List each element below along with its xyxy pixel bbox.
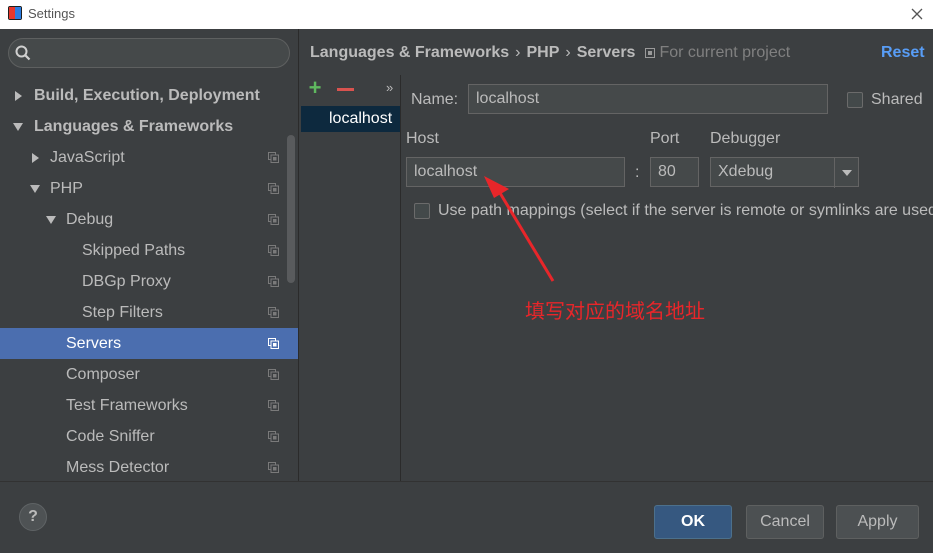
breadcrumb-separator: › (565, 44, 571, 61)
tree-item-skipped-paths[interactable]: Skipped Paths (0, 235, 298, 266)
path-mappings-label: Use path mappings (select if the server … (438, 202, 933, 219)
tree-item-build-execution-deployment[interactable]: Build, Execution, Deployment (0, 80, 298, 111)
search-input[interactable] (39, 44, 279, 62)
project-scope-icon (268, 307, 279, 318)
name-field[interactable]: localhost (468, 84, 828, 114)
settings-tree-panel: Build, Execution, Deployment Languages &… (0, 29, 299, 481)
tree-item-label: PHP (50, 179, 83, 197)
tree-item-debug[interactable]: Debug (0, 204, 298, 235)
add-server-button[interactable]: + (306, 77, 324, 99)
shared-checkbox[interactable] (847, 92, 863, 108)
project-scope-icon (268, 400, 279, 411)
expand-arrow-icon[interactable] (30, 152, 40, 163)
debugger-select[interactable]: Xdebug (710, 157, 859, 188)
breadcrumb-languages-frameworks: Languages & Frameworks (310, 44, 510, 61)
server-item-label: localhost (329, 110, 393, 127)
server-list-panel (300, 75, 401, 481)
tree-item-code-sniffer[interactable]: Code Sniffer (0, 421, 298, 452)
project-scope-icon (268, 245, 279, 256)
tree-item-servers[interactable]: Servers (0, 328, 298, 359)
tree-item-dbgp-proxy[interactable]: DBGp Proxy (0, 266, 298, 297)
tree-scrollbar[interactable] (287, 135, 295, 283)
host-label: Host (406, 130, 439, 147)
tree-item-test-frameworks[interactable]: Test Frameworks (0, 390, 298, 421)
cancel-button[interactable]: Cancel (746, 505, 824, 539)
tree-item-label: Skipped Paths (82, 241, 186, 259)
title-bar: Settings (0, 0, 933, 29)
settings-tree: Build, Execution, Deployment Languages &… (0, 80, 298, 481)
collapse-arrow-icon[interactable] (13, 122, 23, 132)
tree-item-label: Languages & Frameworks (34, 117, 234, 135)
breadcrumb: Languages & Frameworks › PHP › Servers F… (310, 43, 790, 63)
ok-button[interactable]: OK (654, 505, 732, 539)
tree-item-label: Test Frameworks (66, 396, 188, 414)
debugger-select-value: Xdebug (718, 163, 774, 180)
port-label: Port (650, 130, 680, 147)
project-scope-icon (268, 183, 279, 194)
port-field[interactable]: 80 (650, 157, 699, 187)
tree-item-mess-detector[interactable]: Mess Detector (0, 452, 298, 481)
help-button[interactable]: ? (19, 503, 47, 531)
host-field[interactable]: localhost (406, 157, 625, 187)
tree-item-php[interactable]: PHP (0, 173, 298, 204)
tree-item-step-filters[interactable]: Step Filters (0, 297, 298, 328)
tree-item-label: Debug (66, 210, 114, 228)
tree-item-label: Code Sniffer (66, 427, 155, 445)
project-scope-icon (268, 431, 279, 442)
host-port-separator: : (635, 164, 640, 181)
tree-item-label: Build, Execution, Deployment (34, 86, 260, 104)
tree-item-label: Mess Detector (66, 458, 170, 476)
expand-arrow-icon[interactable] (13, 90, 23, 101)
tree-item-label: DBGp Proxy (82, 272, 171, 290)
debugger-label: Debugger (710, 130, 781, 147)
tree-item-languages-frameworks[interactable]: Languages & Frameworks (0, 111, 298, 142)
tree-item-label: Servers (66, 334, 122, 352)
more-actions-icon[interactable]: » (386, 80, 393, 95)
shared-label: Shared (871, 91, 923, 108)
name-field-value: localhost (476, 90, 540, 107)
chevron-down-icon[interactable] (834, 158, 858, 188)
collapse-arrow-icon[interactable] (30, 184, 40, 194)
tree-item-label: JavaScript (50, 148, 125, 166)
annotation-text: 填写对应的域名地址 (525, 299, 705, 323)
scope-label: For current project (659, 44, 791, 61)
project-scope-icon (645, 48, 656, 58)
project-scope-icon (268, 276, 279, 287)
breadcrumb-servers: Servers (576, 44, 636, 61)
search-icon (15, 45, 31, 66)
project-scope-icon (268, 152, 279, 163)
server-list-item[interactable]: localhost (301, 106, 400, 132)
close-icon[interactable] (907, 4, 927, 24)
collapse-arrow-icon[interactable] (46, 215, 56, 225)
breadcrumb-php: PHP (526, 44, 560, 61)
name-label: Name: (411, 91, 459, 108)
reset-link[interactable]: Reset (881, 44, 925, 62)
project-scope-icon (268, 369, 279, 380)
apply-button[interactable]: Apply (836, 505, 919, 539)
tree-item-label: Composer (66, 365, 140, 383)
tree-item-composer[interactable]: Composer (0, 359, 298, 390)
breadcrumb-separator: › (515, 44, 521, 61)
window-title: Settings (28, 6, 75, 21)
project-scope-icon (268, 338, 279, 349)
path-mappings-checkbox[interactable] (414, 203, 430, 219)
project-scope-icon (268, 214, 279, 225)
settings-search-box[interactable] (8, 38, 290, 68)
phpstorm-logo-icon (8, 6, 22, 20)
port-field-value: 80 (658, 163, 676, 180)
remove-server-button[interactable] (337, 88, 354, 91)
project-scope-icon (268, 462, 279, 473)
tree-item-javascript[interactable]: JavaScript (0, 142, 298, 173)
host-field-value: localhost (414, 163, 478, 180)
tree-item-label: Step Filters (82, 303, 163, 321)
